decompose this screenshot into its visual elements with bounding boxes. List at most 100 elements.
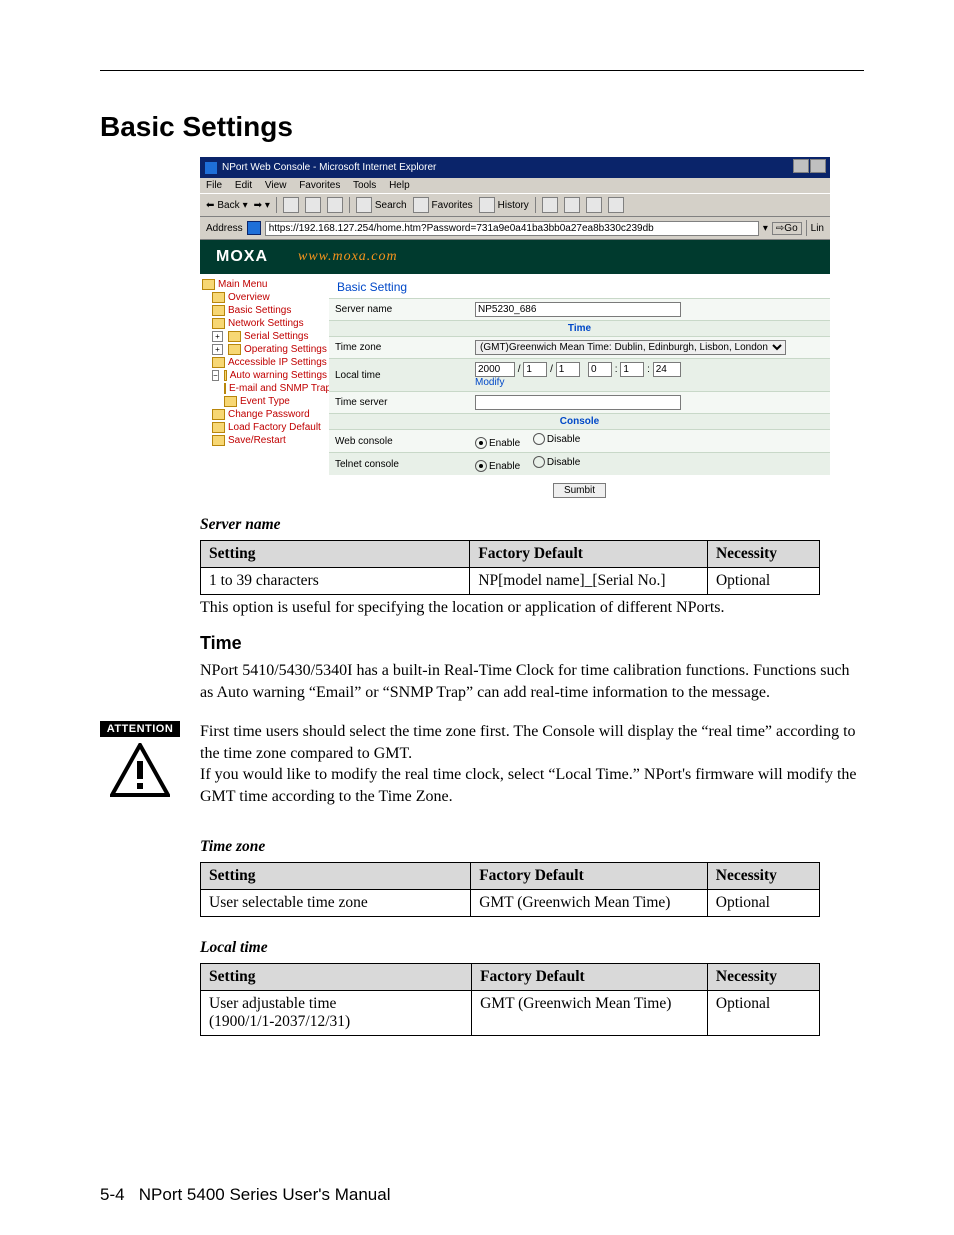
- folder-icon: [228, 331, 241, 342]
- telnet-disable-radio[interactable]: Disable: [533, 456, 580, 468]
- month-input[interactable]: [523, 362, 547, 377]
- server-name-table: SettingFactory DefaultNecessity 1 to 39 …: [200, 540, 820, 595]
- th-necessity: Necessity: [707, 963, 819, 990]
- refresh-icon[interactable]: [305, 197, 321, 213]
- day-input[interactable]: [556, 362, 580, 377]
- localtime-caption: Local time: [200, 939, 864, 957]
- minimize-icon[interactable]: [793, 159, 809, 173]
- nav-network-settings[interactable]: Network Settings: [202, 317, 327, 330]
- menu-tools[interactable]: Tools: [353, 180, 376, 191]
- window-titlebar: NPort Web Console - Microsoft Internet E…: [200, 157, 830, 178]
- nav-main-menu[interactable]: Main Menu: [202, 278, 327, 291]
- forward-button[interactable]: ➡ ▾: [254, 200, 270, 211]
- nav-change-password[interactable]: Change Password: [202, 408, 327, 421]
- telnet-enable-radio[interactable]: Enable: [475, 460, 520, 472]
- nav-load-factory[interactable]: Load Factory Default: [202, 421, 327, 434]
- folder-icon: [212, 305, 225, 316]
- nav-serial-settings[interactable]: +Serial Settings: [202, 330, 327, 343]
- td-necessity: Optional: [707, 568, 819, 595]
- console-section-header: Console: [329, 413, 830, 429]
- td-necessity: Optional: [707, 990, 819, 1035]
- th-setting: Setting: [201, 862, 471, 889]
- timezone-select[interactable]: (GMT)Greenwich Mean Time: Dublin, Edinbu…: [475, 340, 786, 355]
- folder-icon: [224, 396, 237, 407]
- ie-icon: [204, 161, 218, 175]
- back-button[interactable]: ⬅ Back ▾: [206, 200, 248, 211]
- favorites-button[interactable]: Favorites: [413, 197, 473, 213]
- nav-auto-warning[interactable]: −Auto warning Settings: [202, 369, 327, 382]
- web-enable-radio[interactable]: Enable: [475, 437, 520, 449]
- print-icon[interactable]: [564, 197, 580, 213]
- footer-title: NPort 5400 Series User's Manual: [139, 1185, 391, 1204]
- nav-save-restart[interactable]: Save/Restart: [202, 434, 327, 447]
- links-label[interactable]: Lin: [811, 223, 824, 234]
- go-button[interactable]: ⇨Go: [772, 222, 802, 235]
- server-name-input[interactable]: [475, 302, 681, 317]
- menu-file[interactable]: File: [206, 180, 222, 191]
- hour-input[interactable]: [588, 362, 612, 377]
- attention-p1: First time users should select the time …: [200, 721, 864, 764]
- nav-email-snmp[interactable]: E-mail and SNMP Trap: [202, 382, 327, 395]
- plus-icon[interactable]: +: [212, 344, 223, 355]
- second-input[interactable]: [653, 362, 681, 377]
- nav-event-type[interactable]: Event Type: [202, 395, 327, 408]
- nav-operating-settings[interactable]: +Operating Settings: [202, 343, 327, 356]
- td-default: NP[model name]_[Serial No.]: [470, 568, 708, 595]
- toolbar: ⬅ Back ▾ ➡ ▾ Search Favorites History: [200, 193, 830, 217]
- address-dropdown[interactable]: ▾: [763, 223, 768, 234]
- folder-icon: [224, 383, 226, 394]
- td-setting: User selectable time zone: [201, 889, 471, 916]
- folder-icon: [228, 344, 241, 355]
- window-title: NPort Web Console - Microsoft Internet E…: [222, 162, 436, 173]
- td-default: GMT (Greenwich Mean Time): [472, 990, 708, 1035]
- page-footer: 5-4 NPort 5400 Series User's Manual: [100, 1185, 391, 1205]
- attention-label: ATTENTION: [100, 721, 180, 737]
- year-input[interactable]: [475, 362, 515, 377]
- stop-icon[interactable]: [283, 197, 299, 213]
- menu-help[interactable]: Help: [389, 180, 410, 191]
- modify-link[interactable]: Modify: [475, 377, 504, 388]
- time-heading: Time: [200, 633, 864, 654]
- nav-basic-settings[interactable]: Basic Settings: [202, 304, 327, 317]
- menubar[interactable]: File Edit View Favorites Tools Help: [200, 178, 830, 193]
- timezone-label: Time zone: [335, 342, 475, 353]
- minus-icon[interactable]: −: [212, 370, 219, 381]
- address-input[interactable]: https://192.168.127.254/home.htm?Passwor…: [265, 221, 759, 236]
- nav-overview[interactable]: Overview: [202, 291, 327, 304]
- nav-accessible-ip[interactable]: Accessible IP Settings: [202, 356, 327, 369]
- menu-view[interactable]: View: [265, 180, 287, 191]
- submit-button[interactable]: Sumbit: [553, 483, 606, 498]
- history-button[interactable]: History: [479, 197, 529, 213]
- folder-icon: [224, 370, 227, 381]
- folder-icon: [212, 435, 225, 446]
- brand-url: www.moxa.com: [298, 249, 398, 265]
- web-console-label: Web console: [335, 436, 475, 447]
- server-name-caption: Server name: [200, 516, 864, 534]
- edit-icon[interactable]: [586, 197, 602, 213]
- mail-icon[interactable]: [542, 197, 558, 213]
- home-icon[interactable]: [327, 197, 343, 213]
- time-section-header: Time: [329, 320, 830, 336]
- search-button[interactable]: Search: [356, 197, 407, 213]
- th-setting: Setting: [201, 541, 470, 568]
- timezone-caption: Time zone: [200, 838, 864, 856]
- menu-favorites[interactable]: Favorites: [299, 180, 340, 191]
- address-bar: Address https://192.168.127.254/home.htm…: [200, 217, 830, 240]
- discuss-icon[interactable]: [608, 197, 624, 213]
- window-controls[interactable]: [792, 159, 826, 176]
- timeserver-input[interactable]: [475, 395, 681, 410]
- timeserver-label: Time server: [335, 397, 475, 408]
- footer-page: 5-4: [100, 1185, 125, 1204]
- th-default: Factory Default: [470, 541, 708, 568]
- plus-icon[interactable]: +: [212, 331, 223, 342]
- server-name-note: This option is useful for specifying the…: [200, 599, 864, 617]
- folder-icon: [212, 357, 225, 368]
- nav-tree: Main Menu Overview Basic Settings Networ…: [200, 274, 329, 506]
- page-title: Basic Settings: [100, 111, 864, 143]
- maximize-icon[interactable]: [810, 159, 826, 173]
- menu-edit[interactable]: Edit: [235, 180, 252, 191]
- minute-input[interactable]: [620, 362, 644, 377]
- web-disable-radio[interactable]: Disable: [533, 433, 580, 445]
- th-necessity: Necessity: [707, 862, 819, 889]
- td-setting: 1 to 39 characters: [201, 568, 470, 595]
